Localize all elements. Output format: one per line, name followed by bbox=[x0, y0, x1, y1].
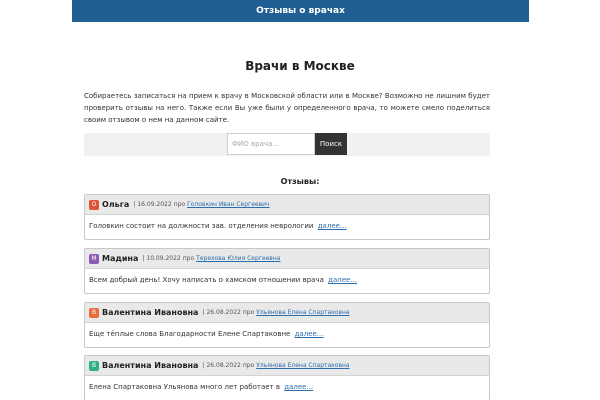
page-title: Врачи в Москве bbox=[245, 59, 355, 73]
site-title[interactable]: Отзывы о врачах bbox=[256, 6, 345, 16]
avatar: В bbox=[89, 360, 99, 371]
avatar: О bbox=[89, 199, 99, 210]
reviews-heading: Отзывы: bbox=[280, 177, 320, 186]
read-more-link[interactable]: далее... bbox=[328, 276, 357, 284]
avatar: М bbox=[89, 253, 99, 264]
review-author: Валентина Ивановна bbox=[102, 308, 199, 317]
separator: | bbox=[142, 255, 145, 262]
about-label: про bbox=[173, 201, 186, 208]
intro-text: Собираетесь записаться на прием к врачу … bbox=[84, 92, 490, 124]
read-more-link[interactable]: далее... bbox=[295, 330, 324, 338]
read-more-link[interactable]: далее... bbox=[318, 222, 347, 230]
review-author: Ольга bbox=[102, 200, 130, 209]
review-body: Всем добрый день! Хочу написать о хамско… bbox=[85, 269, 489, 284]
search-input[interactable] bbox=[227, 133, 315, 155]
separator: | bbox=[133, 201, 136, 208]
doctor-link[interactable]: Ульянова Елена Спартаковна bbox=[256, 309, 349, 316]
separator: | bbox=[202, 362, 205, 369]
review-body: Головкин состоит на должности зав. отдел… bbox=[85, 215, 489, 230]
doctor-link[interactable]: Ульянова Елена Спартаковна bbox=[256, 362, 349, 369]
about-label: про bbox=[242, 309, 255, 316]
review-date: 26.08.2022 bbox=[206, 362, 241, 369]
review-header: М Мадина | 10.09.2022 про Терехова Юлия … bbox=[85, 249, 489, 269]
review-date: 26.08.2022 bbox=[206, 309, 241, 316]
about-label: про bbox=[242, 362, 255, 369]
review-text: Елена Спартаковна Ульянова много лет раб… bbox=[89, 383, 281, 391]
doctor-link[interactable]: Головкин Иван Сергеевич bbox=[187, 201, 269, 208]
review-card: В Валентина Ивановна | 26.08.2022 про Ул… bbox=[84, 302, 490, 348]
review-author: Валентина Ивановна bbox=[102, 361, 199, 370]
review-date: 10.09.2022 bbox=[146, 255, 181, 262]
read-more-link[interactable]: далее... bbox=[284, 383, 313, 391]
review-author: Мадина bbox=[102, 254, 139, 263]
doctor-link[interactable]: Терехова Юлия Сергеевна bbox=[196, 255, 280, 262]
review-header: В Валентина Ивановна | 26.08.2022 про Ул… bbox=[85, 303, 489, 323]
review-text: Головкин состоит на должности зав. отдел… bbox=[89, 222, 314, 230]
review-card: М Мадина | 10.09.2022 про Терехова Юлия … bbox=[84, 248, 490, 294]
review-text: Еще тёплые слова Благодарности Елене Спа… bbox=[89, 330, 291, 338]
avatar: В bbox=[89, 307, 99, 318]
review-text: Всем добрый день! Хочу написать о хамско… bbox=[89, 276, 324, 284]
review-header: В Валентина Ивановна | 26.08.2022 про Ул… bbox=[85, 356, 489, 376]
about-label: про bbox=[182, 255, 195, 262]
separator: | bbox=[202, 309, 205, 316]
search-button[interactable]: Поиск bbox=[315, 133, 347, 155]
review-card: В Валентина Ивановна | 26.08.2022 про Ул… bbox=[84, 355, 490, 400]
review-body: Елена Спартаковна Ульянова много лет раб… bbox=[85, 376, 489, 391]
review-card: О Ольга | 16.09.2022 про Головкин Иван С… bbox=[84, 194, 490, 240]
review-header: О Ольга | 16.09.2022 про Головкин Иван С… bbox=[85, 195, 489, 215]
review-date: 16.09.2022 bbox=[137, 201, 172, 208]
review-body: Еще тёплые слова Благодарности Елене Спа… bbox=[85, 323, 489, 338]
site-header: Отзывы о врачах bbox=[72, 0, 529, 22]
